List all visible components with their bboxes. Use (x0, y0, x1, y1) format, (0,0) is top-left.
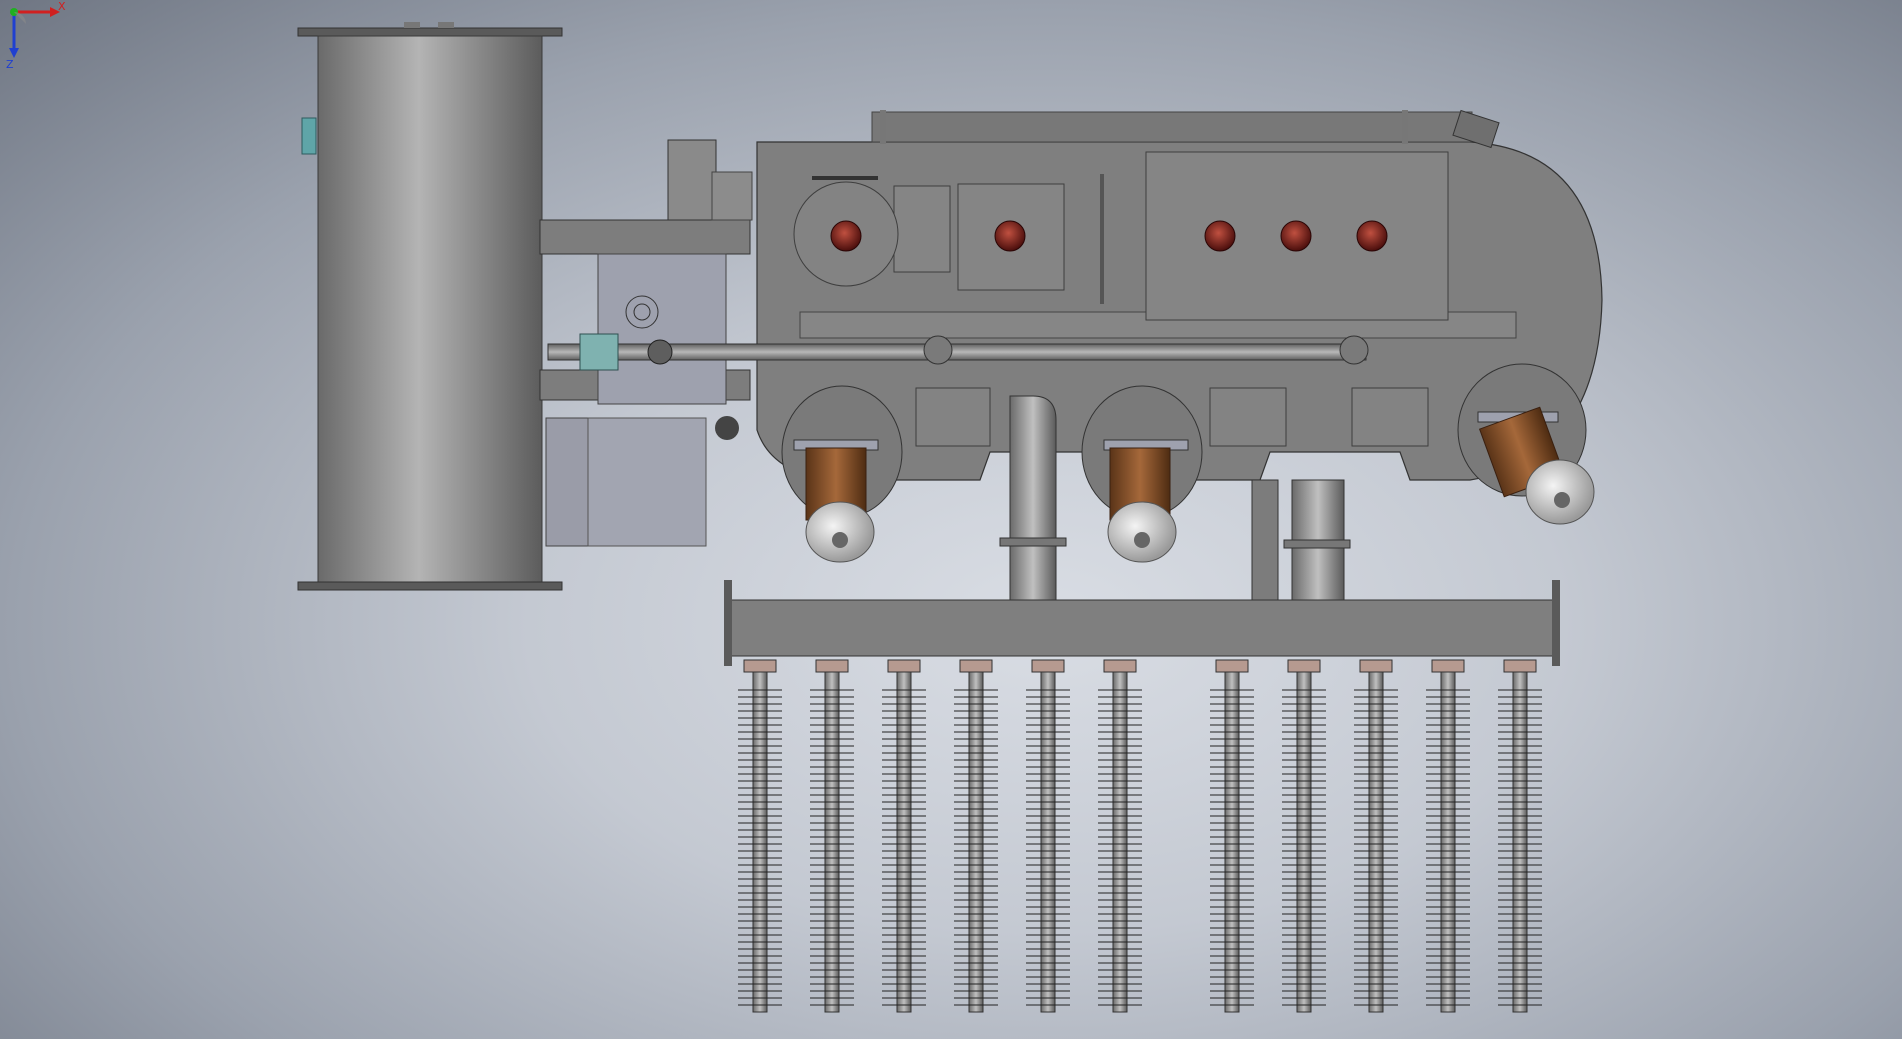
z-axis-label: Z (6, 58, 14, 70)
cad-3d-viewport[interactable]: X Z (0, 0, 1902, 1039)
radiator-tube (1354, 659, 1398, 1013)
radiator-tube (882, 659, 926, 1013)
radiator-fins (738, 659, 1542, 1013)
axis-triad: X Z (6, 0, 66, 70)
side-cabinet[interactable] (539, 139, 753, 547)
radiator-tube (1210, 659, 1254, 1013)
bushing-turret-1[interactable] (781, 385, 903, 563)
radiator-tube (1498, 659, 1542, 1013)
radiator-tube (954, 659, 998, 1013)
transformer-assembly-model[interactable] (0, 0, 1902, 1039)
conservator-tank[interactable] (297, 22, 563, 591)
radiator-header[interactable] (724, 580, 1560, 666)
radiator-tube (1098, 659, 1142, 1013)
bushing-turret-2[interactable] (1081, 385, 1203, 563)
radiator-tube (1026, 659, 1070, 1013)
radiator-tube (738, 659, 782, 1013)
x-axis-label: X (58, 0, 66, 13)
radiator-tube (810, 659, 854, 1013)
radiator-tube (1282, 659, 1326, 1013)
radiator-tube (1426, 659, 1470, 1013)
